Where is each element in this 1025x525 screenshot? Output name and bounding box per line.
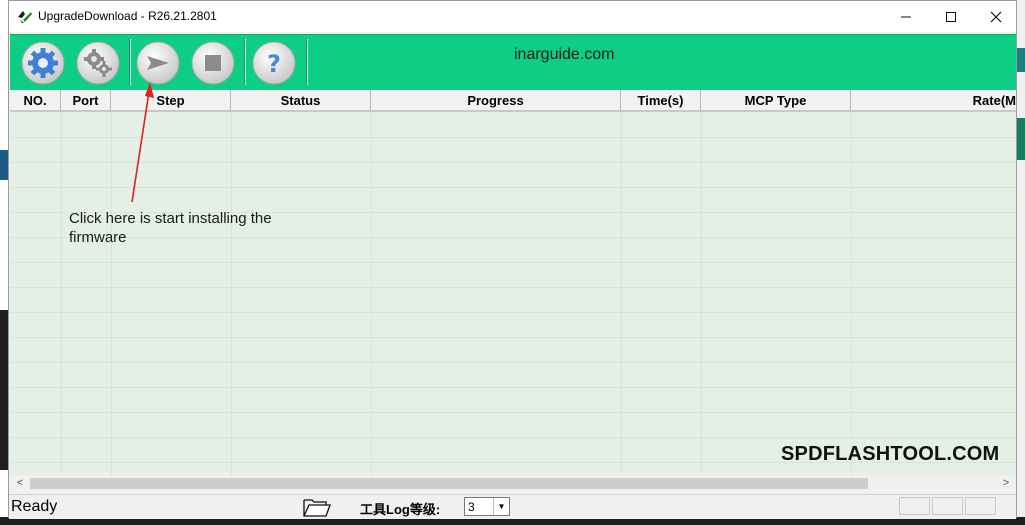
column-header-time[interactable]: Time(s) xyxy=(621,90,701,110)
scroll-right-button[interactable]: > xyxy=(998,475,1014,492)
grid-line xyxy=(10,187,1016,188)
log-level-value: 3 xyxy=(468,500,475,514)
status-text: Ready xyxy=(11,498,58,515)
annotation-text: Click here is start installing the firmw… xyxy=(69,210,272,246)
table-header: NO. Port Step Status Progress Time(s) MC… xyxy=(10,90,1016,112)
window-title: UpgradeDownload - R26.21.2801 xyxy=(38,9,217,23)
grid-line xyxy=(61,112,62,475)
log-level-label: 工具Log等级: xyxy=(360,502,441,517)
toolbar: ? inarguide.com xyxy=(10,34,1016,90)
column-header-mcp-type[interactable]: MCP Type xyxy=(701,90,851,110)
app-icon xyxy=(18,11,32,23)
load-packet-icon xyxy=(21,41,65,85)
desktop-background-right-accent xyxy=(1016,48,1025,72)
grid-line xyxy=(851,112,852,475)
maximize-button[interactable] xyxy=(928,1,974,32)
close-button[interactable] xyxy=(973,1,1019,32)
grid-line xyxy=(10,162,1016,163)
column-header-rate[interactable]: Rate(M xyxy=(851,90,1016,110)
scroll-left-button[interactable]: < xyxy=(12,475,28,492)
column-header-port[interactable]: Port xyxy=(61,90,111,110)
column-header-progress[interactable]: Progress xyxy=(371,90,621,110)
grid-line xyxy=(701,112,702,475)
column-header-no[interactable]: NO. xyxy=(10,90,61,110)
horizontal-scrollbar[interactable]: < > xyxy=(10,475,1016,492)
stop-button[interactable] xyxy=(191,41,235,85)
desktop-background-right-accent-2 xyxy=(1016,118,1025,160)
load-packet-button[interactable] xyxy=(21,41,65,85)
grid-line xyxy=(10,412,1016,413)
maximize-icon xyxy=(946,11,956,22)
open-folder-icon[interactable] xyxy=(302,496,332,518)
annotation-arrow-icon xyxy=(131,82,154,203)
desktop-background-right xyxy=(1016,0,1025,525)
stop-icon xyxy=(191,41,235,85)
help-button[interactable]: ? xyxy=(252,41,296,85)
grid-line xyxy=(231,112,232,475)
grid-line xyxy=(10,287,1016,288)
grid-line xyxy=(10,337,1016,338)
svg-text:?: ? xyxy=(267,50,281,78)
help-icon: ? xyxy=(252,41,296,85)
grid-line xyxy=(111,112,112,475)
grid-line xyxy=(371,112,372,475)
grid-line xyxy=(10,437,1016,438)
status-panel xyxy=(899,497,930,515)
column-header-status[interactable]: Status xyxy=(231,90,371,110)
toolbar-separator xyxy=(244,39,246,85)
close-icon xyxy=(990,11,1002,22)
minimize-button[interactable] xyxy=(883,1,929,32)
status-panel xyxy=(932,497,963,515)
grid-line xyxy=(10,137,1016,138)
scrollbar-thumb[interactable] xyxy=(30,478,868,489)
minimize-icon xyxy=(901,16,911,17)
status-panel xyxy=(965,497,996,515)
log-level-select[interactable]: 3 ▼ xyxy=(464,497,510,516)
watermark-bottom: SPDFLASHTOOL.COM xyxy=(781,443,1000,465)
grid-line xyxy=(10,262,1016,263)
grid-line xyxy=(621,112,622,475)
settings-icon xyxy=(76,41,120,85)
watermark-top: inarguide.com xyxy=(514,46,615,63)
chevron-down-icon[interactable]: ▼ xyxy=(493,498,509,515)
table-body xyxy=(10,112,1016,475)
device-table[interactable]: NO. Port Step Status Progress Time(s) MC… xyxy=(10,90,1016,475)
settings-button[interactable] xyxy=(76,41,120,85)
grid-line xyxy=(10,312,1016,313)
grid-line xyxy=(10,387,1016,388)
grid-line xyxy=(10,362,1016,363)
status-bar: Ready 工具Log等级: 3 ▼ xyxy=(9,494,1016,519)
title-bar[interactable]: UpgradeDownload - R26.21.2801 xyxy=(9,1,1016,32)
toolbar-separator xyxy=(306,39,308,85)
